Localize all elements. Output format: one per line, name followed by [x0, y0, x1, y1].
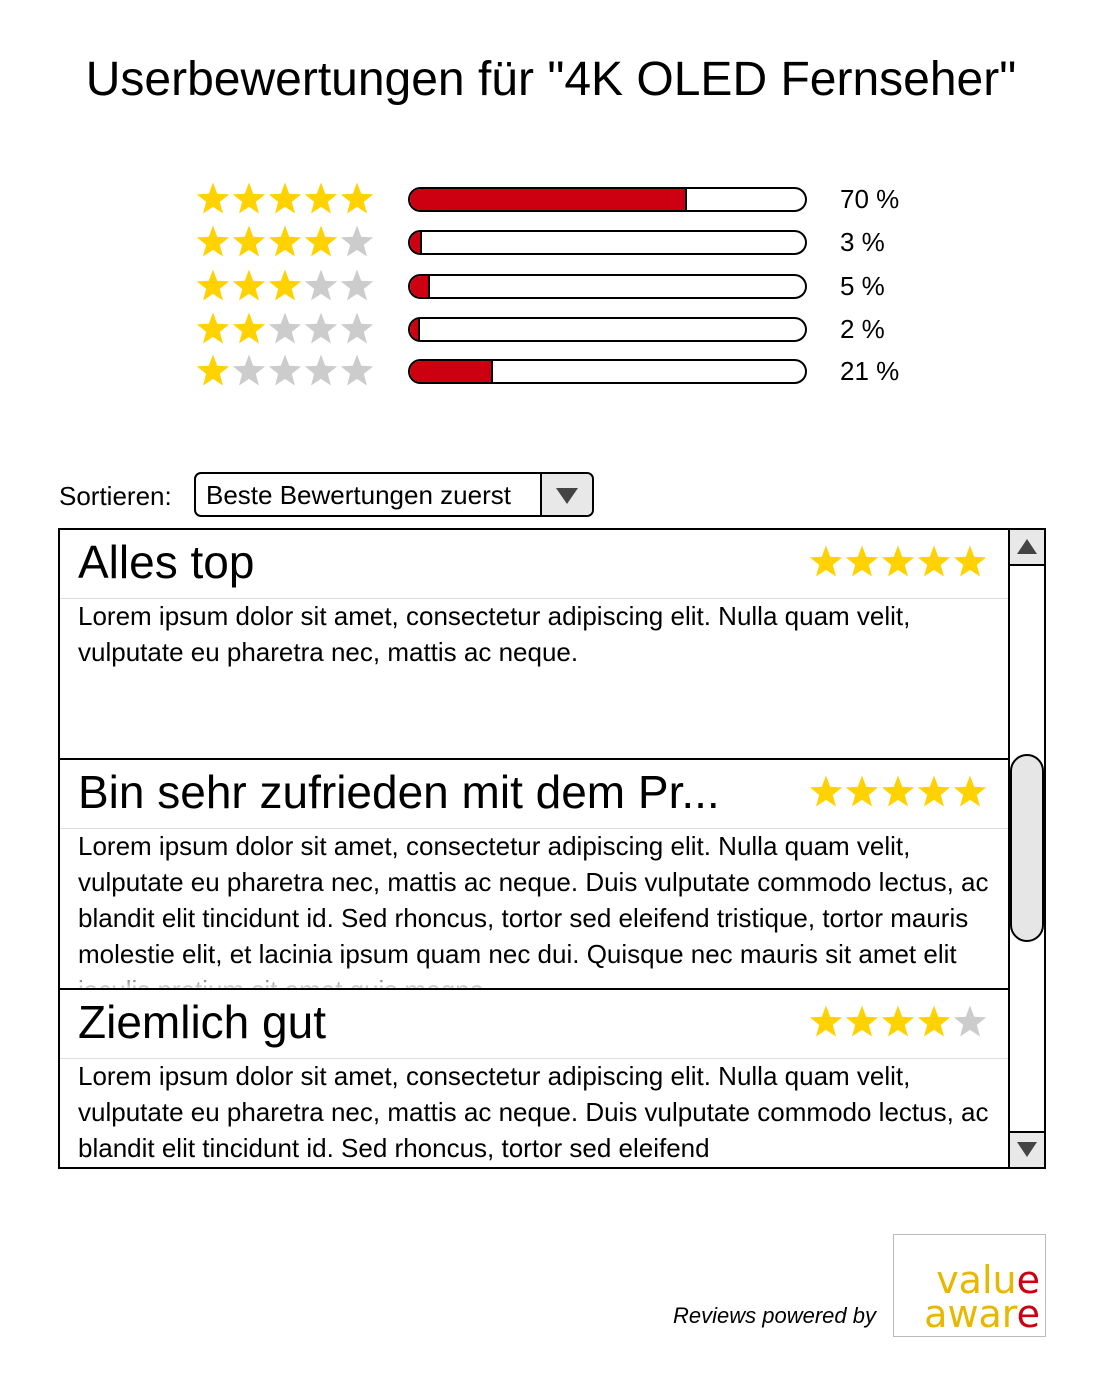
scroll-down-button[interactable]: [1010, 1131, 1044, 1167]
star-empty-icon: [232, 354, 266, 386]
valueaware-logo[interactable]: value aware: [893, 1234, 1046, 1337]
star-filled-icon: [809, 1005, 843, 1037]
star-rating: [195, 309, 375, 349]
distribution-bar: [408, 187, 807, 212]
star-filled-icon: [845, 1005, 879, 1037]
star-filled-icon: [845, 775, 879, 807]
powered-by-text: Reviews powered by: [673, 1303, 876, 1328]
distribution-bar: [408, 230, 807, 255]
star-filled-icon: [917, 775, 951, 807]
svg-text:aware: aware: [924, 1292, 1040, 1336]
star-empty-icon: [340, 312, 374, 344]
review-body: Lorem ipsum dolor sit amet, consectetur …: [78, 601, 911, 667]
review-card[interactable]: Bin sehr zufrieden mit dem Pr... Lorem ip…: [60, 760, 1010, 990]
star-filled-icon: [881, 545, 915, 577]
star-empty-icon: [268, 354, 302, 386]
star-empty-icon: [304, 354, 338, 386]
scroll-down-arrow-icon: [1017, 1142, 1037, 1157]
star-empty-icon: [340, 354, 374, 386]
star-filled-icon: [268, 182, 302, 214]
distribution-percent: 5 %: [840, 271, 885, 301]
sort-label: Sortieren:: [59, 481, 172, 511]
star-filled-icon: [232, 225, 266, 257]
star-empty-icon: [268, 312, 302, 344]
review-card[interactable]: Alles top Lorem ipsum dolor sit amet, con…: [60, 530, 1010, 760]
logo-image: value aware: [924, 1258, 1040, 1336]
sort-selected-value: Beste Bewertungen zuerst: [206, 480, 511, 510]
distribution-bar-fill: [410, 232, 422, 253]
review-title: Ziemlich gut: [78, 996, 326, 1048]
distribution-row-2-stars[interactable]: 2 %: [195, 309, 955, 349]
distribution-percent: 2 %: [840, 314, 885, 344]
star-filled-icon: [196, 312, 230, 344]
star-rating: [195, 266, 375, 306]
scrollbar[interactable]: [1008, 530, 1044, 1167]
star-filled-icon: [809, 545, 843, 577]
distribution-bar-fill: [410, 319, 420, 340]
distribution-row-3-stars[interactable]: 5 %: [195, 266, 955, 306]
star-filled-icon: [268, 269, 302, 301]
star-filled-icon: [232, 312, 266, 344]
star-filled-icon: [917, 1005, 951, 1037]
star-filled-icon: [881, 775, 915, 807]
star-filled-icon: [196, 225, 230, 257]
review-title: Bin sehr zufrieden mit dem Pr...: [78, 766, 720, 818]
sort-dropdown[interactable]: Beste Bewertungen zuerst: [194, 472, 594, 517]
distribution-row-4-stars[interactable]: 3 %: [195, 222, 955, 262]
star-filled-icon: [953, 545, 987, 577]
distribution-bar-fill: [410, 276, 430, 297]
distribution-bar: [408, 274, 807, 299]
star-filled-icon: [809, 775, 843, 807]
review-star-rating: [808, 1004, 988, 1040]
review-star-rating: [808, 544, 988, 580]
star-filled-icon: [953, 775, 987, 807]
scroll-up-arrow-icon: [1017, 539, 1037, 554]
distribution-bar: [408, 359, 807, 384]
review-title: Alles top: [78, 536, 255, 588]
review-star-rating: [808, 774, 988, 810]
star-rating: [195, 351, 375, 391]
star-filled-icon: [304, 182, 338, 214]
distribution-bar: [408, 317, 807, 342]
star-empty-icon: [304, 312, 338, 344]
distribution-bar-fill: [410, 189, 687, 210]
star-empty-icon: [953, 1005, 987, 1037]
star-filled-icon: [268, 225, 302, 257]
distribution-percent: 3 %: [840, 227, 885, 257]
scroll-up-button[interactable]: [1010, 530, 1044, 566]
star-filled-icon: [196, 182, 230, 214]
star-filled-icon: [845, 545, 879, 577]
star-filled-icon: [232, 182, 266, 214]
star-filled-icon: [917, 545, 951, 577]
distribution-row-5-stars[interactable]: 70 %: [195, 179, 955, 219]
page-title: Userbewertungen für "4K OLED Fernseher": [85, 53, 1017, 106]
star-filled-icon: [881, 1005, 915, 1037]
distribution-percent: 21 %: [840, 356, 900, 386]
text-fade-overlay: [60, 966, 1010, 988]
star-empty-icon: [304, 269, 338, 301]
star-filled-icon: [196, 354, 230, 386]
star-rating: [195, 179, 375, 219]
star-filled-icon: [196, 269, 230, 301]
review-card[interactable]: Ziemlich gut Lorem ipsum dolor sit amet, …: [60, 990, 1010, 1167]
star-filled-icon: [304, 225, 338, 257]
star-rating: [195, 222, 375, 262]
sort-dropdown-button[interactable]: [540, 474, 592, 515]
star-filled-icon: [232, 269, 266, 301]
review-list[interactable]: Alles top Lorem ipsum dolor sit amet, con…: [58, 528, 1046, 1169]
distribution-bar-fill: [410, 361, 493, 382]
distribution-row-1-stars[interactable]: 21 %: [195, 351, 955, 391]
review-body: Lorem ipsum dolor sit amet, consectetur …: [78, 1061, 989, 1163]
chevron-down-icon: [556, 488, 578, 504]
star-empty-icon: [340, 225, 374, 257]
distribution-percent: 70 %: [840, 184, 900, 214]
scroll-thumb[interactable]: [1010, 754, 1044, 942]
star-empty-icon: [340, 269, 374, 301]
star-filled-icon: [340, 182, 374, 214]
